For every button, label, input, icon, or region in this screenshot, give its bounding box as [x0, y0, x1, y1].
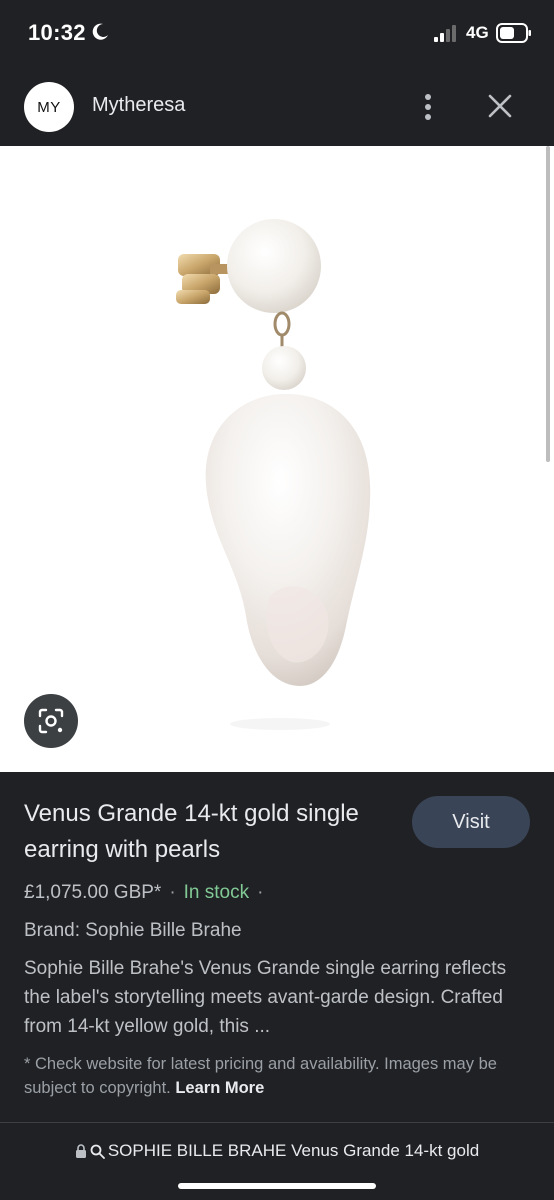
- site-name[interactable]: Mytheresa: [92, 94, 185, 117]
- price-row: £1,075.00 GBP* · In stock ·: [24, 882, 271, 904]
- status-time: 10:32: [28, 20, 86, 45]
- url-row[interactable]: SOPHIE BILLE BRAHE Venus Grande 14-kt go…: [0, 1141, 554, 1161]
- visit-button[interactable]: Visit: [412, 796, 530, 848]
- separator-dot: ·: [169, 882, 176, 903]
- lens-button[interactable]: [24, 694, 78, 748]
- bottom-url-bar[interactable]: SOPHIE BILLE BRAHE Venus Grande 14-kt go…: [0, 1122, 554, 1200]
- site-avatar[interactable]: MY: [24, 82, 74, 132]
- product-description: Sophie Bille Brahe's Venus Grande single…: [24, 958, 507, 1037]
- brand-line: Brand: Sophie Bille Brahe: [24, 920, 242, 941]
- lock-icon: [75, 1144, 86, 1158]
- separator-dot: ·: [257, 882, 264, 903]
- price: £1,075.00 GBP*: [24, 882, 162, 903]
- page-header: MY Mytheresa: [0, 66, 554, 146]
- product-image[interactable]: [0, 146, 554, 772]
- product-info-panel: Venus Grande 14-kt gold single earring w…: [0, 772, 554, 1122]
- learn-more-link[interactable]: Learn More: [175, 1079, 264, 1097]
- moon-icon: [92, 23, 108, 40]
- screen: 10:32 4G MY Mytheresa Venus Grande 14-kt…: [0, 0, 554, 1200]
- close-icon[interactable]: [484, 90, 516, 122]
- stock-status: In stock: [183, 882, 250, 903]
- battery-icon: [496, 23, 531, 43]
- network-type: 4G: [466, 23, 489, 42]
- more-vert-icon[interactable]: [414, 92, 442, 122]
- signal-icon: [434, 25, 456, 42]
- disclaimer: * Check website for latest pricing and a…: [24, 1052, 524, 1100]
- search-icon: [90, 1144, 105, 1159]
- product-title[interactable]: Venus Grande 14-kt gold single earring w…: [24, 796, 384, 868]
- earring-image: [176, 219, 371, 730]
- status-bar: 10:32 4G: [0, 0, 554, 66]
- url-text: SOPHIE BILLE BRAHE Venus Grande 14-kt go…: [107, 1141, 480, 1160]
- lens-icon: [38, 708, 64, 734]
- scrollbar-thumb[interactable]: [546, 146, 550, 462]
- home-indicator[interactable]: [178, 1183, 376, 1189]
